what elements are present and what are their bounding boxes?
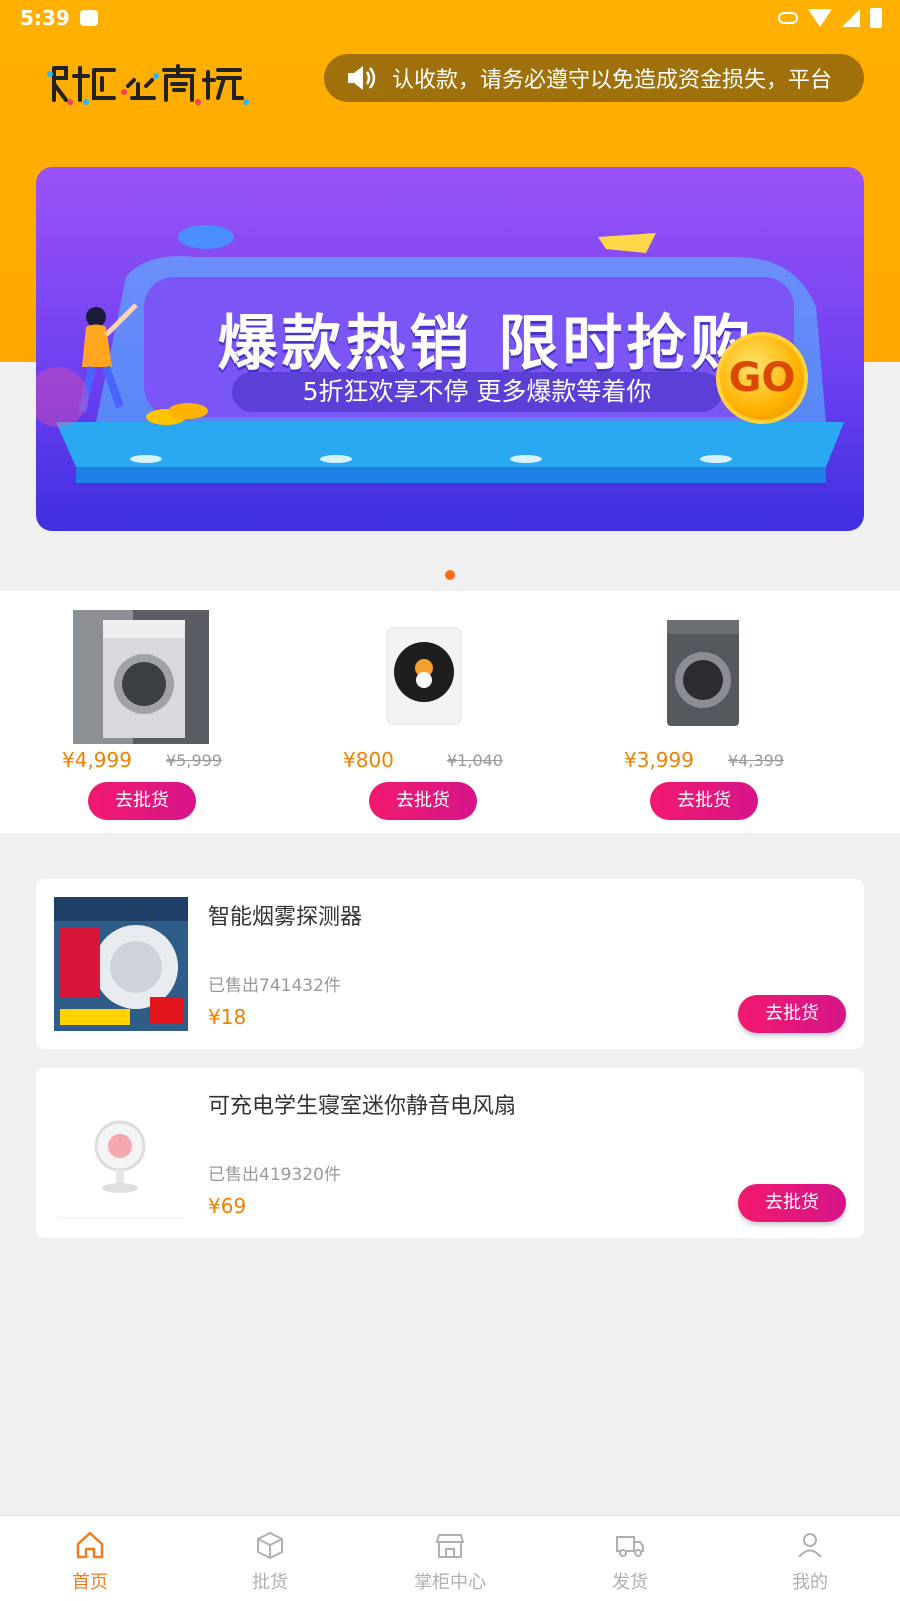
box-icon <box>257 1531 283 1560</box>
wholesale-button[interactable]: 去批货 <box>88 782 196 820</box>
notification-icon <box>80 10 98 26</box>
hot-old-price: ¥1,040 <box>447 751 503 770</box>
app-logo <box>46 62 256 108</box>
product-sold: 已售出419320件 <box>208 1165 341 1185</box>
wholesale-button[interactable]: 去批货 <box>738 995 846 1033</box>
user-icon <box>798 1533 822 1558</box>
signal-icon <box>842 9 860 27</box>
carousel-dot[interactable] <box>445 570 455 580</box>
notice-marquee[interactable]: 认收款，请务必遵守以免造成资金损失，平台 <box>324 54 864 102</box>
nav-mine[interactable]: 我的 <box>720 1516 900 1601</box>
wholesale-button[interactable]: 去批货 <box>650 782 758 820</box>
nav-wholesale[interactable]: 批货 <box>180 1516 360 1601</box>
truck-icon <box>616 1536 644 1557</box>
bottom-nav: 首页 批货 掌柜中心 发货 我的 <box>0 1515 900 1601</box>
battery-icon <box>870 8 882 28</box>
speaker-icon <box>348 66 376 90</box>
home-icon <box>76 1531 104 1559</box>
wholesale-button[interactable]: 去批货 <box>369 782 477 820</box>
product-card[interactable]: 可充电学生寝室迷你静音电风扇 已售出419320件 ¥69 去批货 <box>36 1068 864 1238</box>
nav-label: 首页 <box>72 1572 108 1593</box>
go-badge[interactable]: GO <box>716 332 808 424</box>
smoke-detector-image <box>54 897 188 1031</box>
nav-shipping[interactable]: 发货 <box>540 1516 720 1601</box>
nav-store-center[interactable]: 掌柜中心 <box>360 1516 540 1601</box>
product-card[interactable]: 智能烟雾探测器 已售出741432件 ¥18 去批货 <box>36 879 864 1049</box>
nav-label: 我的 <box>792 1572 828 1593</box>
nav-label: 掌柜中心 <box>414 1572 486 1593</box>
nav-home[interactable]: 首页 <box>0 1516 180 1601</box>
mini-fan-image <box>54 1086 188 1220</box>
status-icons <box>778 8 882 28</box>
product-price: ¥69 <box>208 1194 247 1218</box>
hot-product-card[interactable]: ¥4,999 ¥5,999 去批货 <box>41 591 281 833</box>
nav-label: 批货 <box>252 1572 288 1593</box>
status-bar: 5:39 <box>0 0 900 38</box>
hot-price: ¥3,999 <box>624 748 694 772</box>
promo-banner[interactable]: 爆款热销 限时抢购 5折狂欢享不停 更多爆款等着你 GO <box>36 167 864 531</box>
mini-washer-image <box>354 610 490 744</box>
hot-product-card[interactable]: ¥3,999 ¥4,399 去批货 <box>603 591 843 833</box>
dark-washer-image <box>635 610 771 744</box>
hot-products: ¥4,999 ¥5,999 去批货 ¥800 ¥1,040 去批货 ¥3,999… <box>0 591 900 833</box>
hot-product-card[interactable]: ¥800 ¥1,040 去批货 <box>322 591 562 833</box>
hot-price: ¥800 <box>343 748 394 772</box>
wholesale-button[interactable]: 去批货 <box>738 1184 846 1222</box>
product-title[interactable]: 智能烟雾探测器 <box>208 899 362 931</box>
banner-subtitle: 5折狂欢享不停 更多爆款等着你 <box>232 372 722 412</box>
hot-price: ¥4,999 <box>62 748 132 772</box>
nav-label: 发货 <box>612 1572 648 1593</box>
product-title[interactable]: 可充电学生寝室迷你静音电风扇 <box>208 1088 516 1120</box>
status-time: 5:39 <box>20 6 70 30</box>
banner-title: 爆款热销 限时抢购 <box>217 309 755 379</box>
wifi-icon <box>808 9 832 27</box>
product-sold: 已售出741432件 <box>208 976 341 996</box>
product-price: ¥18 <box>208 1005 247 1029</box>
key-icon <box>778 12 798 24</box>
store-icon <box>435 1534 465 1558</box>
washing-machine-image <box>73 610 209 744</box>
hot-old-price: ¥4,399 <box>728 751 784 770</box>
notice-text: 认收款，请务必遵守以免造成资金损失，平台 <box>392 68 833 93</box>
hot-old-price: ¥5,999 <box>166 751 222 770</box>
